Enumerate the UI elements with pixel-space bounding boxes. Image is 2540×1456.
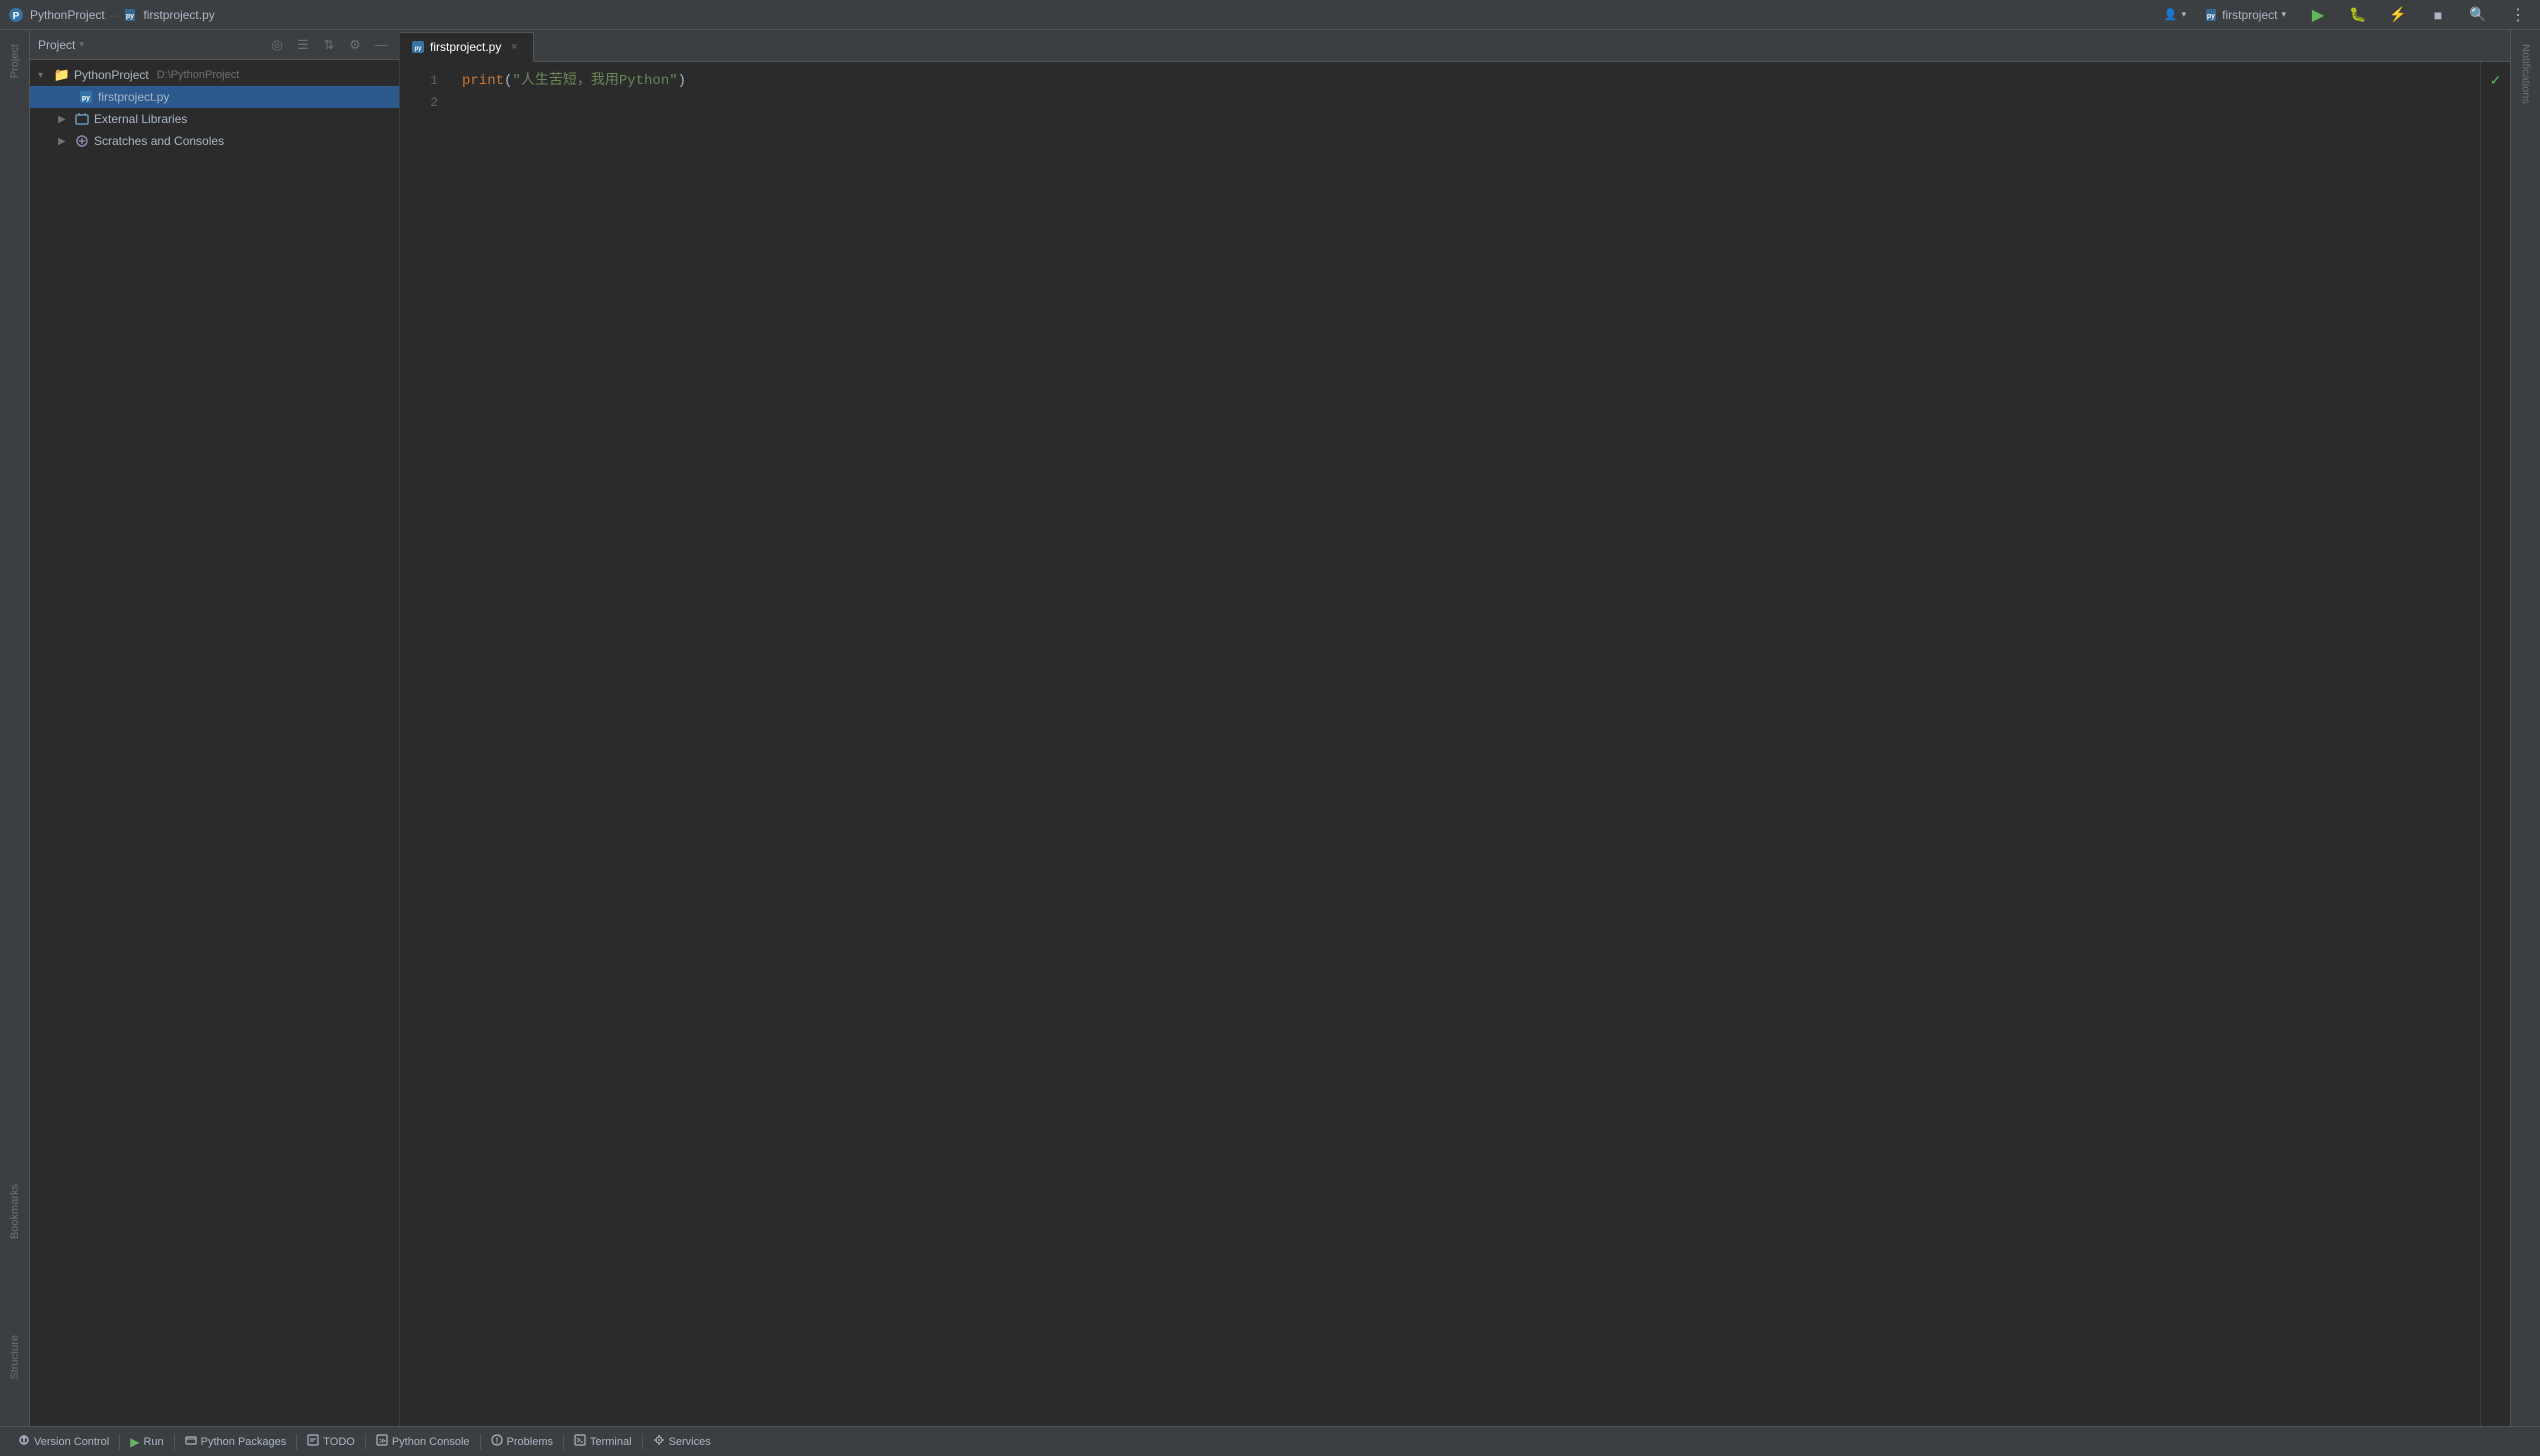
tree-scratches[interactable]: ▶ Scratches and Consoles (30, 130, 399, 152)
structure-strip-label[interactable]: Structure (7, 1329, 23, 1386)
line-numbers: 1 2 (400, 62, 450, 1426)
svg-text:py: py (414, 46, 422, 52)
coverage-button[interactable]: ⚡ (2384, 1, 2412, 29)
todo-icon (307, 1434, 319, 1449)
expand-arrow-root: ▾ (38, 70, 50, 81)
tree-external-libs[interactable]: ▶ External Libraries (30, 108, 399, 130)
problems-status[interactable]: ! Problems (481, 1427, 563, 1456)
right-gutter: ✓ (2480, 62, 2510, 1426)
python-console-icon: ≫ (376, 1434, 388, 1449)
python-packages-icon (185, 1434, 197, 1449)
python-console-label: Python Console (392, 1436, 470, 1448)
problems-label: Problems (507, 1436, 553, 1448)
project-tree: ▾ 📁 PythonProject D:\PythonProject py fi… (30, 60, 399, 1426)
expand-arrow-libs: ▶ (58, 114, 70, 125)
folder-icon: 📁 (54, 67, 70, 83)
scratches-label: Scratches and Consoles (94, 134, 224, 148)
run-status-label: Run (143, 1436, 163, 1448)
code-line-1: print("人生苦短，我用Python") (462, 70, 2468, 92)
svg-text:py: py (2207, 13, 2215, 20)
scratches-icon (74, 133, 90, 149)
python-file-icon: py (78, 89, 94, 105)
services-icon (653, 1434, 665, 1449)
external-libs-label: External Libraries (94, 112, 187, 126)
expand-arrow-scratches: ▶ (58, 136, 70, 147)
string-literal: "人生苦短，我用Python" (512, 70, 677, 92)
panel-title-chevron: ▾ (79, 39, 84, 50)
code-editor[interactable]: 1 2 print("人生苦短，我用Python") ✓ (400, 62, 2510, 1426)
search-button[interactable]: 🔍 (2464, 1, 2492, 29)
title-bar-left: P PythonProject – py firstproject.py (8, 7, 215, 23)
svg-text:py: py (82, 95, 90, 102)
version-control-status[interactable]: Version Control (8, 1427, 119, 1456)
problems-icon: ! (491, 1434, 503, 1449)
left-sidebar-strip: Project Bookmarks Structure (0, 30, 30, 1426)
title-bar-right: 👤 ▾ py firstproject ▾ ▶ 🐛 ⚡ ■ (2164, 1, 2532, 29)
version-control-icon (18, 1434, 30, 1449)
root-label: PythonProject (74, 68, 149, 82)
file-title: firstproject.py (143, 8, 214, 22)
tab-label: firstproject.py (430, 40, 501, 54)
user-button[interactable]: 👤 ▾ (2164, 8, 2186, 21)
run-config-label-text: firstproject (2222, 8, 2277, 22)
version-control-label: Version Control (34, 1436, 109, 1448)
tree-root[interactable]: ▾ 📁 PythonProject D:\PythonProject (30, 64, 399, 86)
status-bar: Version Control ▶ Run Python Packages TO… (0, 1426, 2540, 1456)
hide-panel-icon[interactable]: — (371, 35, 391, 55)
python-packages-label: Python Packages (201, 1436, 287, 1448)
sort-icon[interactable]: ⇅ (319, 35, 339, 55)
svg-text:P: P (13, 11, 20, 22)
debug-button[interactable]: 🐛 (2344, 1, 2372, 29)
root-path: D:\PythonProject (157, 69, 240, 81)
gutter-checkmark: ✓ (2490, 72, 2502, 89)
project-strip-label[interactable]: Project (7, 38, 23, 84)
locate-icon[interactable]: ◎ (267, 35, 287, 55)
services-label: Services (669, 1436, 711, 1448)
project-panel: Project ▾ ◎ ☰ ⇅ ⚙ — ▾ 📁 PythonProject D:… (30, 30, 400, 1426)
terminal-label: Terminal (590, 1436, 632, 1448)
main-area: Project Bookmarks Structure Project ▾ ◎ … (0, 30, 2540, 1426)
tab-close-icon[interactable]: × (507, 40, 521, 54)
collapse-all-icon[interactable]: ☰ (293, 35, 313, 55)
svg-text:py: py (126, 13, 134, 20)
python-packages-status[interactable]: Python Packages (175, 1427, 297, 1456)
more-options-button[interactable]: ⋮ (2504, 1, 2532, 29)
tree-file-firstproject[interactable]: py firstproject.py (30, 86, 399, 108)
notifications-strip-label[interactable]: Notifications (2518, 38, 2534, 110)
file-label: firstproject.py (98, 90, 169, 104)
code-line-2 (462, 92, 2468, 114)
run-config[interactable]: py firstproject ▾ (2198, 6, 2292, 24)
python-console-status[interactable]: ≫ Python Console (366, 1427, 480, 1456)
panel-title: Project ▾ (38, 38, 261, 52)
keyword-print: print (462, 70, 504, 92)
settings-icon[interactable]: ⚙ (345, 35, 365, 55)
run-status-icon: ▶ (130, 1435, 139, 1449)
editor-tab-firstproject[interactable]: py firstproject.py × (400, 32, 534, 62)
terminal-icon (574, 1434, 586, 1449)
title-bar: P PythonProject – py firstproject.py 👤 ▾… (0, 0, 2540, 30)
libs-icon (74, 111, 90, 127)
code-content[interactable]: print("人生苦短，我用Python") (450, 62, 2480, 1426)
todo-label: TODO (323, 1436, 355, 1448)
panel-title-text: Project (38, 38, 75, 52)
terminal-status[interactable]: Terminal (564, 1427, 642, 1456)
todo-status[interactable]: TODO (297, 1427, 365, 1456)
run-button[interactable]: ▶ (2304, 1, 2332, 29)
app-icon: P (8, 7, 24, 23)
close-paren: ) (678, 70, 686, 92)
right-sidebar-strip: Notifications (2510, 30, 2540, 1426)
svg-text:≫: ≫ (379, 1438, 386, 1445)
app-title: PythonProject (30, 8, 105, 22)
svg-text:!: ! (495, 1437, 498, 1446)
editor-tabs: py firstproject.py × (400, 30, 2510, 62)
bookmarks-strip-label[interactable]: Bookmarks (7, 1178, 23, 1245)
open-paren: ( (504, 70, 512, 92)
panel-toolbar: Project ▾ ◎ ☰ ⇅ ⚙ — (30, 30, 399, 60)
services-status[interactable]: Services (643, 1427, 721, 1456)
profiler-button[interactable]: ■ (2424, 1, 2452, 29)
run-status[interactable]: ▶ Run (120, 1427, 173, 1456)
editor-area: py firstproject.py × 1 2 print("人生苦短，我用P… (400, 30, 2510, 1426)
